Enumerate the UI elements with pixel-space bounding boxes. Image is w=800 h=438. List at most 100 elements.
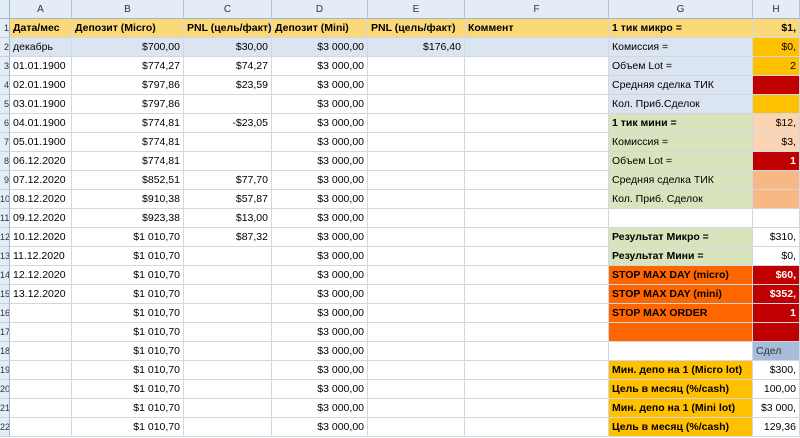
cell-a[interactable] bbox=[10, 323, 72, 342]
cell-d[interactable]: $3 000,00 bbox=[272, 57, 368, 76]
cell-b[interactable]: $1 010,70 bbox=[72, 323, 184, 342]
cell-f[interactable] bbox=[465, 95, 609, 114]
row-number[interactable]: 13 bbox=[0, 247, 10, 266]
cell-e[interactable] bbox=[368, 323, 465, 342]
row-number[interactable]: 5 bbox=[0, 95, 10, 114]
header-cell-deposit-micro[interactable]: Депозит (Micro) bbox=[72, 19, 184, 38]
column-header-e[interactable]: E bbox=[368, 0, 465, 19]
cell-c[interactable]: $77,70 bbox=[184, 171, 272, 190]
cell-d[interactable]: $3 000,00 bbox=[272, 114, 368, 133]
cell-g[interactable]: Мин. депо на 1 (Micro lot) bbox=[609, 361, 753, 380]
cell-d[interactable]: $3 000,00 bbox=[272, 361, 368, 380]
cell-f[interactable] bbox=[465, 418, 609, 437]
row-number[interactable]: 19 bbox=[0, 361, 10, 380]
column-header-g[interactable]: G bbox=[609, 0, 753, 19]
cell-b[interactable]: $1 010,70 bbox=[72, 247, 184, 266]
cell-c[interactable] bbox=[184, 152, 272, 171]
cell-a[interactable]: 11.12.2020 bbox=[10, 247, 72, 266]
cell-c[interactable] bbox=[184, 266, 272, 285]
cell-g[interactable]: 1 тик мини = bbox=[609, 114, 753, 133]
cell-a[interactable] bbox=[10, 342, 72, 361]
cell-g[interactable]: Кол. Приб.Сделок bbox=[609, 95, 753, 114]
cell-d[interactable]: $3 000,00 bbox=[272, 380, 368, 399]
cell-b[interactable]: $852,51 bbox=[72, 171, 184, 190]
cell-e[interactable] bbox=[368, 228, 465, 247]
cell-h[interactable] bbox=[753, 323, 800, 342]
cell-d[interactable]: $3 000,00 bbox=[272, 285, 368, 304]
cell-b[interactable]: $1 010,70 bbox=[72, 285, 184, 304]
cell-a[interactable]: декабрь bbox=[10, 38, 72, 57]
header-cell-tick-micro[interactable]: 1 тик микро = bbox=[609, 19, 753, 38]
row-number[interactable]: 7 bbox=[0, 133, 10, 152]
cell-h[interactable] bbox=[753, 190, 800, 209]
cell-f[interactable] bbox=[465, 361, 609, 380]
row-number[interactable]: 11 bbox=[0, 209, 10, 228]
cell-d[interactable]: $3 000,00 bbox=[272, 342, 368, 361]
cell-e[interactable] bbox=[368, 209, 465, 228]
cell-f[interactable] bbox=[465, 304, 609, 323]
cell-a[interactable] bbox=[10, 399, 72, 418]
cell-d[interactable]: $3 000,00 bbox=[272, 228, 368, 247]
row-number[interactable]: 12 bbox=[0, 228, 10, 247]
cell-a[interactable] bbox=[10, 304, 72, 323]
cell-b[interactable]: $1 010,70 bbox=[72, 418, 184, 437]
cell-c[interactable] bbox=[184, 133, 272, 152]
cell-g[interactable]: Цель в месяц (%/cash) bbox=[609, 418, 753, 437]
cell-c[interactable]: $30,00 bbox=[184, 38, 272, 57]
column-header-f[interactable]: F bbox=[465, 0, 609, 19]
cell-f[interactable] bbox=[465, 57, 609, 76]
cell-c[interactable] bbox=[184, 285, 272, 304]
cell-d[interactable]: $3 000,00 bbox=[272, 399, 368, 418]
cell-a[interactable]: 09.12.2020 bbox=[10, 209, 72, 228]
cell-e[interactable] bbox=[368, 361, 465, 380]
cell-b[interactable]: $774,27 bbox=[72, 57, 184, 76]
cell-h[interactable]: 1 bbox=[753, 152, 800, 171]
cell-g[interactable]: STOP MAX DAY (micro) bbox=[609, 266, 753, 285]
cell-g[interactable]: Объем Lot = bbox=[609, 152, 753, 171]
cell-d[interactable]: $3 000,00 bbox=[272, 171, 368, 190]
cell-b[interactable]: $774,81 bbox=[72, 152, 184, 171]
cell-b[interactable]: $1 010,70 bbox=[72, 399, 184, 418]
cell-f[interactable] bbox=[465, 228, 609, 247]
cell-e[interactable] bbox=[368, 133, 465, 152]
row-number[interactable]: 20 bbox=[0, 380, 10, 399]
cell-c[interactable]: $23,59 bbox=[184, 76, 272, 95]
cell-d[interactable]: $3 000,00 bbox=[272, 190, 368, 209]
cell-d[interactable]: $3 000,00 bbox=[272, 418, 368, 437]
cell-d[interactable]: $3 000,00 bbox=[272, 95, 368, 114]
cell-b[interactable]: $1 010,70 bbox=[72, 304, 184, 323]
cell-g[interactable]: Средняя сделка ТИК bbox=[609, 171, 753, 190]
cell-g[interactable]: Комиссия = bbox=[609, 38, 753, 57]
cell-g[interactable]: Объем Lot = bbox=[609, 57, 753, 76]
row-number[interactable]: 2 bbox=[0, 38, 10, 57]
cell-e[interactable] bbox=[368, 190, 465, 209]
cell-a[interactable]: 08.12.2020 bbox=[10, 190, 72, 209]
cell-h[interactable]: Сдел bbox=[753, 342, 800, 361]
cell-a[interactable]: 05.01.1900 bbox=[10, 133, 72, 152]
cell-g[interactable]: STOP MAX DAY (mini) bbox=[609, 285, 753, 304]
cell-e[interactable] bbox=[368, 285, 465, 304]
cell-c[interactable] bbox=[184, 95, 272, 114]
header-cell-pnl-mini[interactable]: PNL (цель/факт) bbox=[368, 19, 465, 38]
row-number[interactable]: 4 bbox=[0, 76, 10, 95]
cell-e[interactable] bbox=[368, 342, 465, 361]
cell-b[interactable]: $774,81 bbox=[72, 114, 184, 133]
row-number[interactable]: 9 bbox=[0, 171, 10, 190]
cell-a[interactable]: 10.12.2020 bbox=[10, 228, 72, 247]
cell-g[interactable]: Цель в месяц (%/cash) bbox=[609, 380, 753, 399]
cell-a[interactable]: 12.12.2020 bbox=[10, 266, 72, 285]
cell-d[interactable]: $3 000,00 bbox=[272, 209, 368, 228]
cell-e[interactable] bbox=[368, 247, 465, 266]
cell-c[interactable] bbox=[184, 418, 272, 437]
row-number[interactable]: 8 bbox=[0, 152, 10, 171]
column-header-b[interactable]: B bbox=[72, 0, 184, 19]
select-all-corner[interactable] bbox=[0, 0, 10, 19]
cell-g[interactable] bbox=[609, 209, 753, 228]
cell-b[interactable]: $1 010,70 bbox=[72, 380, 184, 399]
cell-b[interactable]: $1 010,70 bbox=[72, 266, 184, 285]
cell-e[interactable] bbox=[368, 399, 465, 418]
cell-a[interactable]: 03.01.1900 bbox=[10, 95, 72, 114]
cell-f[interactable] bbox=[465, 171, 609, 190]
row-number[interactable]: 17 bbox=[0, 323, 10, 342]
cell-h[interactable]: 129,36 bbox=[753, 418, 800, 437]
